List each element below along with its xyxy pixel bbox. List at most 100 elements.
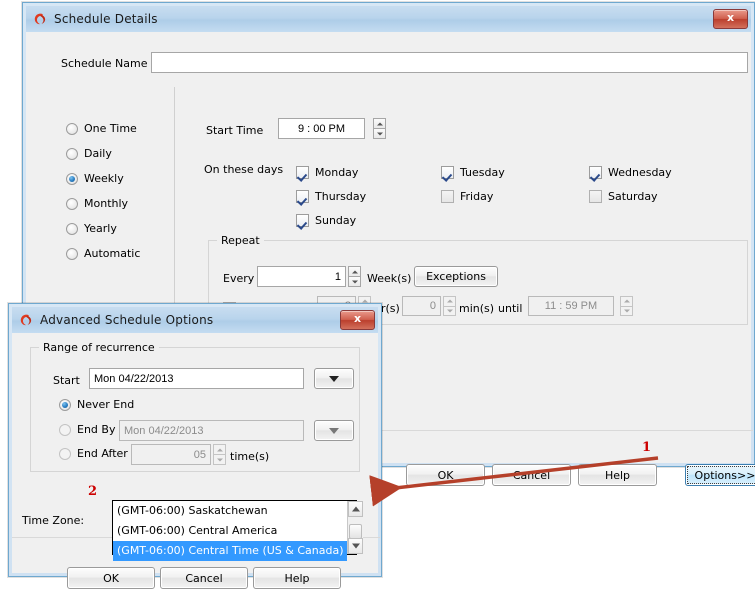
repeat-minutes-spinner[interactable]	[443, 296, 456, 316]
advanced-help-button[interactable]: Help	[253, 567, 341, 589]
repeat-until-spinner-up[interactable]	[620, 296, 633, 307]
radio-label-never-end: Never End	[77, 398, 134, 411]
app-red-swirl-icon	[18, 313, 33, 328]
repeat-until-input[interactable]	[528, 296, 614, 316]
radio-end-by[interactable]: End By	[59, 423, 115, 436]
repeat-group-title: Repeat	[217, 234, 264, 247]
checkbox-indicator-thursday	[296, 190, 309, 203]
close-icon[interactable]: x	[713, 9, 748, 29]
end-after-count-input[interactable]	[131, 444, 211, 465]
options-button-label: Options>>	[695, 469, 755, 482]
radio-automatic[interactable]: Automatic	[66, 241, 166, 266]
checkbox-indicator-friday	[441, 190, 454, 203]
on-these-days-label: On these days	[204, 163, 283, 176]
checkbox-indicator-tuesday	[441, 166, 454, 179]
schedule-details-title: Schedule Details	[54, 12, 158, 26]
every-unit-label: Week(s)	[367, 272, 411, 285]
close-icon[interactable]: x	[340, 310, 375, 330]
schedule-details-titlebar[interactable]: Schedule Details x	[26, 6, 751, 32]
checkbox-indicator-monday	[296, 166, 309, 179]
help-button[interactable]: Help	[578, 464, 657, 486]
time-zone-option-central-time[interactable]: (GMT-06:00) Central Time (US & Canada)	[113, 541, 347, 561]
time-zone-option-saskatchewan[interactable]: (GMT-06:00) Saskatchewan	[113, 501, 347, 521]
radio-label-daily: Daily	[84, 147, 112, 160]
scroll-down-icon[interactable]	[348, 538, 363, 554]
end-by-date-input[interactable]	[119, 420, 304, 441]
radio-indicator-daily	[66, 148, 78, 160]
every-spinner[interactable]	[348, 266, 361, 287]
end-after-spinner-down[interactable]	[213, 455, 226, 465]
checkbox-thursday[interactable]: Thursday	[296, 190, 366, 203]
radio-one-time[interactable]: One Time	[66, 116, 166, 141]
repeat-until-spinner-down[interactable]	[620, 307, 633, 317]
end-after-unit-label: time(s)	[230, 450, 269, 463]
chevron-down-icon	[329, 376, 339, 382]
end-after-spinner[interactable]	[213, 444, 226, 465]
time-zone-dropdown-scrollbar[interactable]	[347, 501, 363, 554]
start-time-input[interactable]	[278, 118, 365, 139]
every-spinner-up[interactable]	[348, 266, 361, 277]
end-by-date-picker-button[interactable]	[314, 420, 354, 441]
repeat-minutes-input[interactable]	[402, 296, 441, 316]
every-value-input[interactable]	[257, 266, 346, 287]
checkbox-label-thursday: Thursday	[315, 190, 366, 203]
options-button[interactable]: Options>>	[685, 464, 755, 486]
radio-indicator-end-after	[59, 448, 71, 460]
checkbox-friday[interactable]: Friday	[441, 190, 493, 203]
start-time-spinner-up[interactable]	[373, 118, 386, 129]
start-time-spinner[interactable]	[373, 118, 386, 139]
start-date-input[interactable]	[89, 368, 304, 389]
radio-label-automatic: Automatic	[84, 247, 140, 260]
scrollbar-thumb[interactable]	[349, 524, 362, 539]
schedule-name-label: Schedule Name	[61, 57, 148, 70]
checkbox-wednesday[interactable]: Wednesday	[589, 166, 672, 179]
radio-weekly[interactable]: Weekly	[66, 166, 166, 191]
advanced-cancel-button[interactable]: Cancel	[160, 567, 248, 589]
every-label: Every	[223, 272, 254, 285]
radio-yearly[interactable]: Yearly	[66, 216, 166, 241]
callout-number-1: 1	[642, 440, 651, 455]
ok-button[interactable]: OK	[406, 464, 485, 486]
frequency-radio-group: One Time Daily Weekly Monthly Yearly Aut…	[66, 116, 166, 266]
time-zone-label: Time Zone:	[22, 514, 84, 527]
checkbox-label-friday: Friday	[460, 190, 493, 203]
checkbox-label-tuesday: Tuesday	[460, 166, 505, 179]
radio-indicator-one-time	[66, 123, 78, 135]
range-of-recurrence-title: Range of recurrence	[39, 341, 159, 354]
repeat-minutes-spinner-up[interactable]	[443, 296, 456, 307]
checkbox-indicator-wednesday	[589, 166, 602, 179]
schedule-name-input[interactable]	[151, 52, 748, 73]
checkbox-label-saturday: Saturday	[608, 190, 658, 203]
time-zone-dropdown-items: (GMT-06:00) Saskatchewan (GMT-06:00) Cen…	[113, 501, 347, 554]
start-date-picker-button[interactable]	[314, 368, 354, 389]
radio-indicator-weekly	[66, 173, 78, 185]
scroll-up-icon[interactable]	[348, 501, 363, 517]
checkbox-monday[interactable]: Monday	[296, 166, 358, 179]
repeat-minutes-spinner-down[interactable]	[443, 307, 456, 317]
exceptions-button[interactable]: Exceptions	[414, 266, 498, 287]
radio-never-end[interactable]: Never End	[59, 398, 134, 411]
advanced-options-titlebar[interactable]: Advanced Schedule Options x	[12, 307, 378, 333]
time-zone-dropdown-list[interactable]: (GMT-06:00) Saskatchewan (GMT-06:00) Cen…	[112, 500, 357, 555]
every-spinner-down[interactable]	[348, 277, 361, 287]
start-time-spinner-down[interactable]	[373, 129, 386, 139]
advanced-ok-button[interactable]: OK	[67, 567, 155, 589]
panel-divider	[174, 87, 175, 309]
radio-end-after[interactable]: End After	[59, 447, 128, 460]
end-after-spinner-up[interactable]	[213, 444, 226, 455]
cancel-button[interactable]: Cancel	[492, 464, 571, 486]
radio-indicator-never-end	[59, 399, 71, 411]
checkbox-tuesday[interactable]: Tuesday	[441, 166, 505, 179]
time-zone-option-central-america[interactable]: (GMT-06:00) Central America	[113, 521, 347, 541]
radio-monthly[interactable]: Monthly	[66, 191, 166, 216]
checkbox-saturday[interactable]: Saturday	[589, 190, 658, 203]
radio-daily[interactable]: Daily	[66, 141, 166, 166]
radio-label-weekly: Weekly	[84, 172, 124, 185]
repeat-until-spinner[interactable]	[620, 296, 633, 316]
radio-label-end-after: End After	[77, 447, 128, 460]
checkbox-sunday[interactable]: Sunday	[296, 214, 356, 227]
start-time-label: Start Time	[206, 124, 263, 137]
checkbox-label-wednesday: Wednesday	[608, 166, 672, 179]
repeat-minutes-unit-label: min(s)	[459, 302, 494, 315]
start-date-label: Start	[53, 374, 80, 387]
